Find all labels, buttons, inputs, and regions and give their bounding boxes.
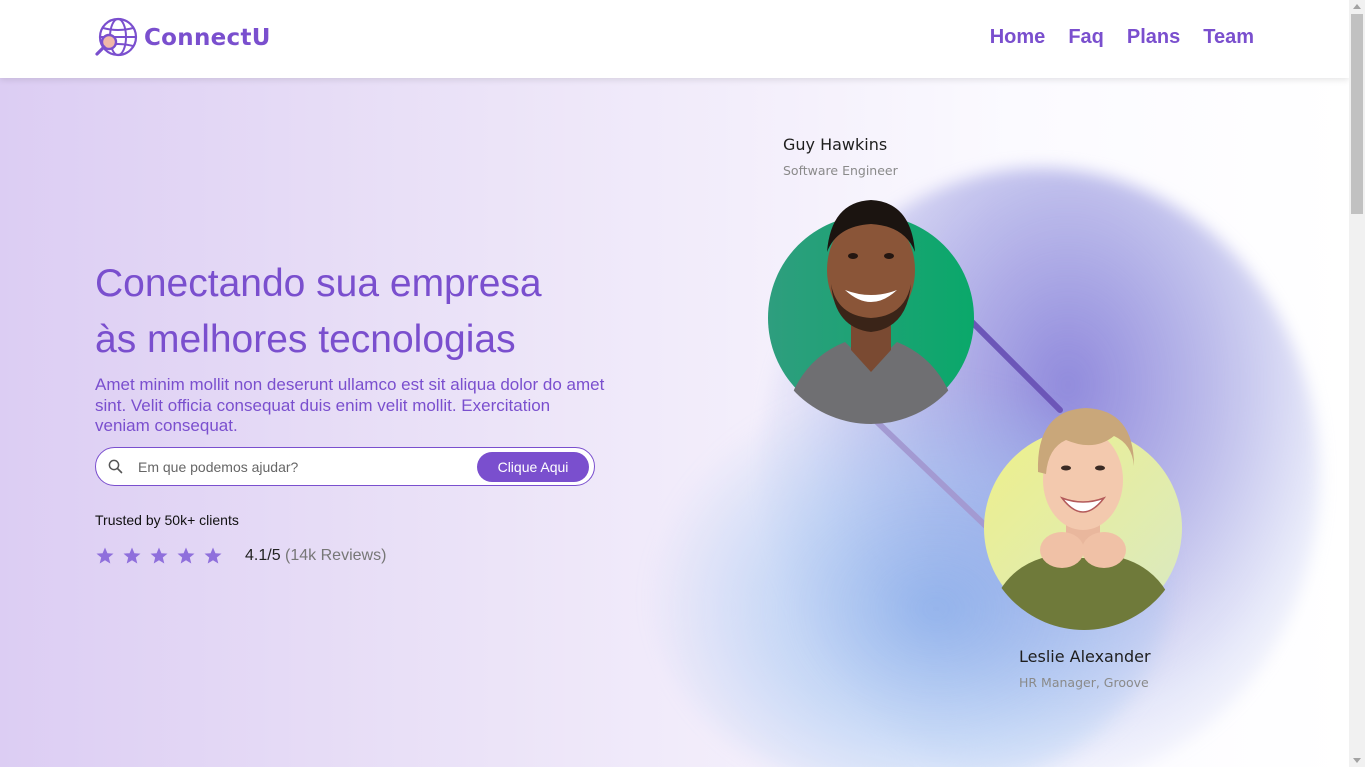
site-header: ConnectU Home Faq Plans Team [0, 0, 1349, 78]
nav-faq[interactable]: Faq [1068, 26, 1104, 49]
globe-search-icon [95, 17, 138, 57]
main-nav: Home Faq Plans Team [990, 26, 1254, 49]
person-name-1: Guy Hawkins [783, 135, 888, 154]
page-scrollbar[interactable] [1349, 0, 1365, 767]
logo-text: ConnectU [144, 25, 271, 51]
person-role-2: HR Manager, Groove [1019, 675, 1149, 690]
person-name-2: Leslie Alexander [1019, 647, 1151, 666]
scroll-up-arrow-icon[interactable] [1353, 4, 1361, 9]
page: ConnectU Home Faq Plans Team Conectando … [0, 0, 1365, 767]
avatar-leslie-alexander [984, 408, 1182, 630]
scroll-down-arrow-icon[interactable] [1353, 758, 1361, 763]
scroll-thumb[interactable] [1351, 14, 1363, 214]
connector-line [872, 417, 993, 533]
person-role-1: Software Engineer [783, 163, 898, 178]
connector-line [965, 315, 1063, 413]
avatar-guy-hawkins [768, 200, 974, 424]
nav-home[interactable]: Home [990, 26, 1046, 49]
nav-team[interactable]: Team [1203, 26, 1254, 49]
nav-plans[interactable]: Plans [1127, 26, 1180, 49]
logo[interactable]: ConnectU [94, 16, 271, 60]
